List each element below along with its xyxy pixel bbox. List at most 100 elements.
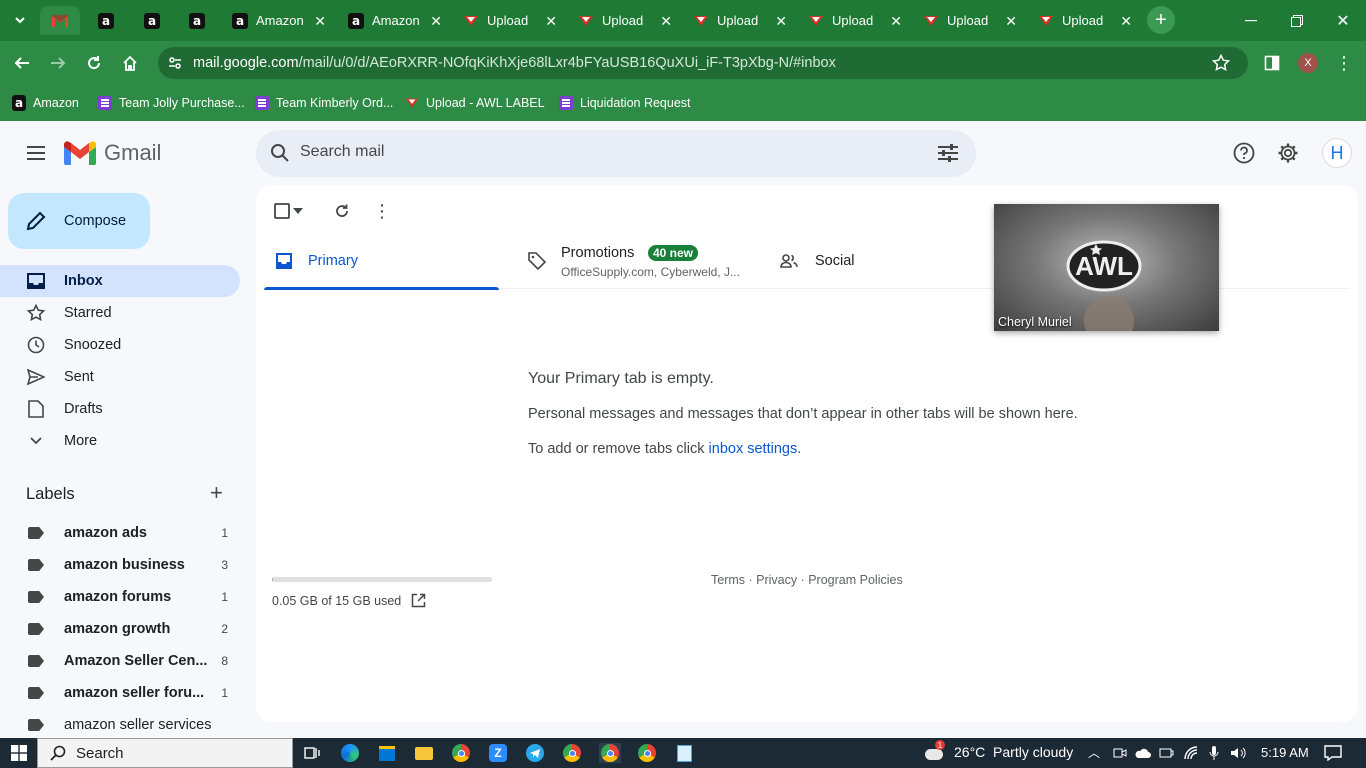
- browser-tab-amazon-4[interactable]: a Amazon ✕: [222, 6, 334, 35]
- select-menu-button[interactable]: [290, 199, 306, 223]
- taskbar-edge[interactable]: [340, 743, 360, 763]
- notifications-button[interactable]: [1323, 743, 1343, 763]
- tray-mic[interactable]: [1204, 743, 1224, 763]
- browser-tab-upload-1[interactable]: Upload ✕: [455, 6, 565, 35]
- video-call-tile[interactable]: AWL Cheryl Muriel: [994, 204, 1219, 331]
- close-tab-icon[interactable]: ✕: [1005, 13, 1017, 30]
- inbox-settings-link[interactable]: inbox settings: [709, 441, 798, 457]
- taskbar-chrome-1[interactable]: [451, 743, 471, 763]
- bookmark-upload-awl[interactable]: Upload - AWL LABEL: [405, 93, 545, 113]
- taskbar-chrome-4[interactable]: [637, 743, 657, 763]
- label-item[interactable]: amazon seller foru... 1: [0, 677, 240, 709]
- bookmark-liquidation[interactable]: Liquidation Request: [559, 93, 691, 113]
- browser-tab-amazon-1[interactable]: a: [90, 6, 130, 35]
- bookmark-team-kimberly[interactable]: Team Kimberly Ord...: [255, 93, 393, 113]
- footer-links[interactable]: Terms · Privacy · Program Policies: [711, 573, 903, 587]
- taskbar-chrome-3[interactable]: [599, 743, 621, 763]
- support-button[interactable]: [1228, 137, 1260, 169]
- browser-tab-amazon-2[interactable]: a: [136, 6, 176, 35]
- tab-social[interactable]: Social: [769, 233, 999, 289]
- close-tab-icon[interactable]: ✕: [775, 13, 787, 30]
- weather-text[interactable]: 26°C Partly cloudy: [954, 744, 1073, 760]
- gmail-logo[interactable]: Gmail: [64, 140, 161, 166]
- chrome-icon: [601, 744, 619, 762]
- label-item[interactable]: Amazon Seller Cen... 8: [0, 645, 240, 677]
- side-panel-button[interactable]: [1258, 49, 1286, 77]
- create-label-button[interactable]: +: [210, 482, 223, 504]
- taskbar-telegram[interactable]: [525, 743, 545, 763]
- nav-snoozed[interactable]: Snoozed: [0, 329, 240, 361]
- browser-tab-upload-2[interactable]: Upload ✕: [570, 6, 680, 35]
- taskbar-search[interactable]: Search: [37, 738, 293, 768]
- nav-more[interactable]: More: [0, 425, 240, 457]
- account-avatar[interactable]: H: [1322, 138, 1352, 168]
- tray-meet-now[interactable]: [1110, 743, 1130, 763]
- tray-power[interactable]: [1157, 743, 1177, 763]
- new-tab-button[interactable]: +: [1147, 6, 1175, 34]
- reload-button[interactable]: [80, 49, 108, 77]
- close-tab-icon[interactable]: ✕: [890, 13, 902, 30]
- settings-button[interactable]: [1272, 137, 1304, 169]
- weather-widget[interactable]: 1: [922, 740, 946, 763]
- search-mail-box[interactable]: Search mail: [256, 130, 976, 177]
- site-info-icon[interactable]: [167, 55, 183, 76]
- taskbar-zoom[interactable]: Z: [488, 743, 508, 763]
- label-item[interactable]: amazon forums 1: [0, 581, 240, 613]
- clock[interactable]: 5:19 AM: [1261, 745, 1309, 760]
- browser-tab-upload-6[interactable]: Upload ✕: [1030, 6, 1140, 35]
- search-icon[interactable]: [270, 143, 290, 168]
- tab-search-button[interactable]: [6, 6, 34, 34]
- address-bar[interactable]: mail.google.com/mail/u/0/d/AEoRXRR-NOfqK…: [158, 47, 1248, 79]
- browser-tab-upload-3[interactable]: Upload ✕: [685, 6, 795, 35]
- more-options-button[interactable]: ⋮: [370, 199, 394, 223]
- browser-tab-upload-4[interactable]: Upload ✕: [800, 6, 910, 35]
- profile-button[interactable]: X: [1294, 49, 1322, 77]
- browser-tab-gmail[interactable]: [40, 6, 80, 35]
- close-window-button[interactable]: ✕: [1320, 0, 1366, 41]
- tray-wifi[interactable]: [1181, 743, 1201, 763]
- open-in-new-icon[interactable]: [411, 593, 426, 611]
- home-button[interactable]: [116, 49, 144, 77]
- close-tab-icon[interactable]: ✕: [660, 13, 672, 30]
- tray-onedrive[interactable]: [1133, 743, 1153, 763]
- tab-promotions[interactable]: Promotions 40 new: [517, 233, 767, 289]
- search-input[interactable]: Search mail: [300, 143, 384, 161]
- taskbar-chrome-2[interactable]: [562, 743, 582, 763]
- nav-starred[interactable]: Starred: [0, 297, 240, 329]
- main-menu-button[interactable]: [20, 137, 52, 169]
- label-item[interactable]: amazon business 3: [0, 549, 240, 581]
- start-button[interactable]: [9, 743, 29, 763]
- forward-button[interactable]: [44, 49, 72, 77]
- show-hidden-icons-button[interactable]: ︿: [1088, 744, 1100, 761]
- compose-button[interactable]: Compose: [8, 193, 150, 249]
- browser-menu-button[interactable]: ⋮: [1330, 49, 1358, 77]
- minimize-button[interactable]: [1228, 0, 1274, 41]
- refresh-button[interactable]: [330, 199, 354, 223]
- tab-primary[interactable]: Primary: [264, 233, 499, 290]
- bookmark-team-jolly[interactable]: Team Jolly Purchase...: [98, 93, 245, 113]
- back-button[interactable]: [8, 49, 36, 77]
- taskbar-explorer[interactable]: [414, 743, 434, 763]
- close-tab-icon[interactable]: ✕: [314, 13, 326, 30]
- browser-tab-amazon-5[interactable]: a Amazon ✕: [338, 6, 450, 35]
- task-view-button[interactable]: [302, 743, 322, 763]
- close-tab-icon[interactable]: ✕: [545, 13, 557, 30]
- browser-tab-upload-5[interactable]: Upload ✕: [915, 6, 1025, 35]
- windows-icon: [11, 745, 27, 761]
- close-tab-icon[interactable]: ✕: [1120, 13, 1132, 30]
- close-tab-icon[interactable]: ✕: [430, 13, 442, 30]
- nav-inbox[interactable]: Inbox: [0, 265, 240, 297]
- restore-button[interactable]: [1274, 0, 1320, 41]
- bookmark-star-icon[interactable]: [1211, 53, 1231, 77]
- search-options-icon[interactable]: [937, 143, 959, 168]
- label-item[interactable]: amazon ads 1: [0, 517, 240, 549]
- nav-sent[interactable]: Sent: [0, 361, 240, 393]
- taskbar-notepad[interactable]: [674, 743, 694, 763]
- taskbar-store[interactable]: [377, 743, 397, 763]
- tray-volume[interactable]: [1228, 743, 1248, 763]
- bookmark-amazon[interactable]: a Amazon: [12, 93, 79, 113]
- browser-tab-amazon-3[interactable]: a: [181, 6, 221, 35]
- label-item[interactable]: amazon growth 2: [0, 613, 240, 645]
- nav-drafts[interactable]: Drafts: [0, 393, 240, 425]
- label-item[interactable]: amazon seller services: [0, 709, 240, 741]
